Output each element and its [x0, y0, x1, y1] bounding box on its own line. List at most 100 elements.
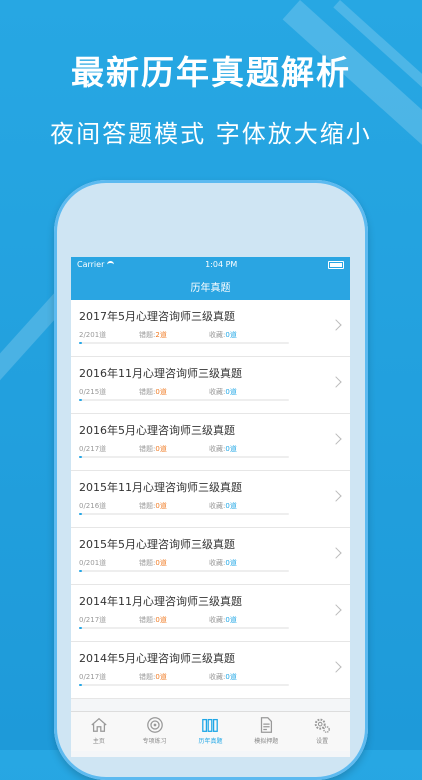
favorite-value: 0道 [225, 559, 237, 567]
tab-home[interactable]: 主页 [71, 712, 126, 751]
progress-fill [79, 684, 83, 686]
favorite-value: 0道 [225, 502, 237, 510]
wrong-label: 错题: [139, 559, 156, 567]
favorite-count: 收藏:0道 [209, 615, 237, 625]
wrong-value: 0道 [155, 445, 167, 453]
favorite-count: 收藏:0道 [209, 330, 237, 340]
progress-fill [79, 456, 83, 458]
document-icon [261, 717, 273, 733]
favorite-label: 收藏: [209, 388, 226, 396]
exam-title: 2016年11月心理咨询师三级真题 [79, 367, 242, 380]
promo-headline: 最新历年真题解析 [71, 53, 351, 92]
favorite-count: 收藏:0道 [209, 387, 237, 397]
favorite-label: 收藏: [209, 331, 226, 339]
wrong-label: 错题: [139, 331, 156, 339]
chevron-right-icon [330, 319, 342, 331]
wrong-count: 错题:0道 [139, 615, 167, 625]
tab-label: 主页 [92, 738, 105, 745]
target-icon [146, 717, 163, 733]
wrong-value: 0道 [155, 502, 167, 510]
question-count: 0/215道 [79, 388, 107, 396]
battery-icon [328, 260, 344, 269]
favorite-label: 收藏: [209, 559, 226, 567]
progress-bar [79, 684, 289, 686]
progress-fill [79, 342, 83, 344]
wrong-count: 错题:0道 [139, 444, 167, 454]
app-screen: Carrier 1:04 PM 历年真题 2017年5月心理咨询师三级真题 2/2… [71, 257, 350, 757]
question-count: 0/216道 [79, 502, 107, 510]
favorite-label: 收藏: [209, 616, 226, 624]
wrong-label: 错题: [139, 388, 156, 396]
exam-row[interactable]: 2016年11月心理咨询师三级真题 0/215道 错题:0道 收藏:0道 [71, 357, 350, 414]
favorite-value: 0道 [225, 673, 237, 681]
nav-bar: 历年真题 [71, 272, 350, 300]
progress-fill [79, 627, 83, 629]
wrong-label: 错题: [139, 502, 156, 510]
exam-row[interactable]: 2015年5月心理咨询师三级真题 0/201道 错题:0道 收藏:0道 [71, 528, 350, 585]
progress-bar [79, 456, 289, 458]
chevron-right-icon [330, 490, 342, 502]
exam-row[interactable]: 2014年11月心理咨询师三级真题 0/217道 错题:0道 收藏:0道 [71, 585, 350, 642]
favorite-label: 收藏: [209, 445, 226, 453]
wrong-label: 错题: [139, 673, 156, 681]
exam-title: 2014年5月心理咨询师三级真题 [79, 652, 235, 665]
question-count: 0/217道 [79, 445, 107, 453]
gear-icon [314, 718, 330, 733]
wrong-value: 0道 [155, 559, 167, 567]
exam-row[interactable]: 2015年11月心理咨询师三级真题 0/216道 错题:0道 收藏:0道 [71, 471, 350, 528]
tab-mock-exam[interactable]: 模拟押题 [239, 712, 294, 751]
promo-subheadline: 夜间答题模式 字体放大缩小 [50, 120, 372, 148]
tab-settings[interactable]: 设置 [295, 712, 350, 751]
wrong-value: 2道 [155, 331, 167, 339]
exam-title: 2015年11月心理咨询师三级真题 [79, 481, 242, 494]
progress-fill [79, 399, 83, 401]
home-icon [91, 717, 107, 732]
exam-row[interactable]: 2016年5月心理咨询师三级真题 0/217道 错题:0道 收藏:0道 [71, 414, 350, 471]
favorite-count: 收藏:0道 [209, 558, 237, 568]
tab-label: 专项练习 [142, 738, 167, 745]
tab-label: 模拟押题 [254, 738, 279, 745]
favorite-count: 收藏:0道 [209, 444, 237, 454]
exam-title: 2016年5月心理咨询师三级真题 [79, 424, 235, 437]
tab-practice[interactable]: 专项练习 [127, 712, 182, 751]
chevron-right-icon [330, 376, 342, 388]
wrong-label: 错题: [139, 445, 156, 453]
exam-title: 2015年5月心理咨询师三级真题 [79, 538, 235, 551]
favorite-count: 收藏:0道 [209, 672, 237, 682]
question-count: 0/217道 [79, 616, 107, 624]
chevron-right-icon [330, 604, 342, 616]
wrong-count: 错题:0道 [139, 501, 167, 511]
progress-bar [79, 342, 289, 344]
chevron-right-icon [330, 547, 342, 559]
exam-list: 2017年5月心理咨询师三级真题 2/201道 错题:2道 收藏:0道 2016年11月… [71, 300, 350, 699]
progress-bar [79, 570, 289, 572]
exam-row[interactable]: 2014年5月心理咨询师三级真题 0/217道 错题:0道 收藏:0道 [71, 642, 350, 699]
favorite-value: 0道 [225, 445, 237, 453]
wrong-label: 错题: [139, 616, 156, 624]
progress-fill [79, 513, 83, 515]
progress-bar [79, 513, 289, 515]
books-icon [202, 718, 219, 732]
favorite-value: 0道 [225, 616, 237, 624]
decorative-stripe [282, 0, 422, 194]
favorite-count: 收藏:0道 [209, 501, 237, 511]
tab-past-exams[interactable]: 历年真题 [183, 712, 238, 751]
progress-bar [79, 399, 289, 401]
wrong-value: 0道 [155, 388, 167, 396]
carrier-label: Carrier [77, 260, 105, 269]
favorite-label: 收藏: [209, 502, 226, 510]
tab-label: 历年真题 [198, 738, 223, 745]
progress-bar [79, 627, 289, 629]
exam-row[interactable]: 2017年5月心理咨询师三级真题 2/201道 错题:2道 收藏:0道 [71, 300, 350, 357]
wrong-value: 0道 [155, 616, 167, 624]
status-bar: Carrier 1:04 PM [71, 257, 350, 272]
chevron-right-icon [330, 433, 342, 445]
favorite-value: 0道 [225, 331, 237, 339]
chevron-right-icon [330, 661, 342, 673]
wrong-count: 错题:0道 [139, 558, 167, 568]
wifi-icon [107, 261, 115, 268]
exam-title: 2017年5月心理咨询师三级真题 [79, 310, 235, 323]
question-count: 0/201道 [79, 559, 107, 567]
question-count: 2/201道 [79, 331, 107, 339]
wrong-count: 错题:0道 [139, 672, 167, 682]
